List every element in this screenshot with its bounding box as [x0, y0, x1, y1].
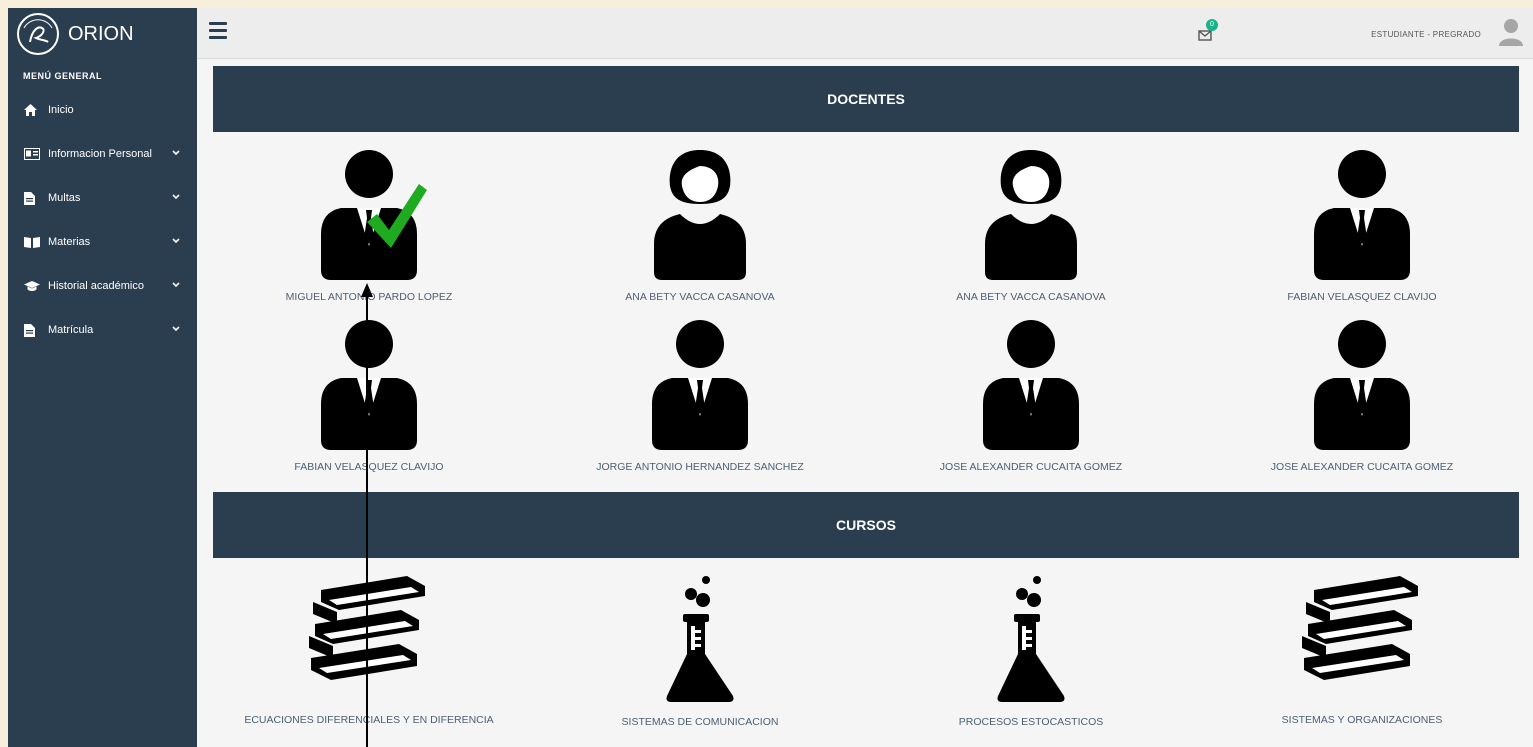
app-frame: ORION MENÚ GENERAL Inicio Informacion Pe… [8, 8, 1533, 747]
books-icon [1302, 576, 1418, 680]
course-name: SISTEMAS Y ORGANIZACIONES [1281, 714, 1443, 726]
sidebar-item-label: Informacion Personal [48, 148, 152, 160]
chevron-down-icon [172, 282, 180, 288]
sidebar-item-label: Materias [48, 236, 91, 248]
course-card[interactable]: SISTEMAS DE COMUNICACION [540, 574, 860, 728]
chevron-down-icon [172, 194, 180, 200]
menu-title: MENÚ GENERAL [23, 71, 103, 81]
teacher-name: ANA BETY VACCA CASANOVA [625, 291, 775, 303]
sidebar-item-multas[interactable]: Multas [8, 176, 197, 220]
notification-badge: 0 [1206, 19, 1218, 31]
teacher-name: JOSE ALEXANDER CUCAITA GOMEZ [939, 461, 1123, 473]
sidebar-item-historial-academico[interactable]: Historial académico [8, 264, 197, 308]
teacher-name: FABIAN VELASQUEZ CLAVIJO [1287, 291, 1437, 303]
course-name: SISTEMAS DE COMUNICACION [621, 716, 779, 728]
app-name: ORION [68, 22, 134, 45]
checkmark-icon [367, 184, 427, 248]
sidebar-item-inicio[interactable]: Inicio [8, 88, 197, 132]
woman-icon [985, 150, 1077, 280]
teacher-name: ANA BETY VACCA CASANOVA [956, 291, 1106, 303]
flask-icon [666, 576, 734, 702]
teacher-card[interactable]: ANA BETY VACCA CASANOVA [871, 148, 1191, 303]
man-icon [652, 320, 748, 450]
sidebar-menu: Inicio Informacion Personal Multas Mater… [8, 88, 197, 352]
open-book-icon [24, 235, 40, 249]
sidebar-item-label: Historial académico [48, 280, 144, 292]
teacher-name: JORGE ANTONIO HERNANDEZ SANCHEZ [596, 461, 804, 473]
brand[interactable]: ORION [16, 12, 134, 56]
teacher-card[interactable]: JORGE ANTONIO HERNANDEZ SANCHEZ [540, 318, 860, 473]
teacher-card[interactable]: FABIAN VELASQUEZ CLAVIJO [1202, 148, 1522, 303]
sidebar: ORION MENÚ GENERAL Inicio Informacion Pe… [8, 8, 197, 747]
docentes-header: DOCENTES [213, 66, 1519, 132]
cursos-header: CURSOS [213, 492, 1519, 558]
chevron-down-icon [172, 150, 180, 156]
document-icon [24, 323, 40, 337]
university-logo-icon [17, 13, 59, 55]
sidebar-item-label: Matrícula [48, 324, 94, 336]
man-icon [1314, 320, 1410, 450]
sidebar-item-materias[interactable]: Materias [8, 220, 197, 264]
woman-icon [654, 150, 746, 280]
top-bar: 0 ESTUDIANTE - PREGRADO [197, 8, 1533, 59]
graduation-cap-icon [24, 279, 40, 293]
menu-toggle-icon[interactable] [209, 22, 227, 40]
sidebar-item-matricula[interactable]: Matrícula [8, 308, 197, 352]
teacher-card[interactable]: JOSE ALEXANDER CUCAITA GOMEZ [871, 318, 1191, 473]
man-icon [983, 320, 1079, 450]
id-card-icon [24, 147, 40, 161]
chevron-down-icon [172, 238, 180, 244]
user-role: ESTUDIANTE - PREGRADO [1371, 30, 1481, 39]
chevron-down-icon [172, 326, 180, 332]
flask-icon [997, 576, 1065, 702]
document-icon [24, 191, 40, 205]
sidebar-item-label: Inicio [48, 104, 74, 116]
teacher-card[interactable]: MIGUEL ANTONIO PARDO LOPEZ [209, 148, 529, 303]
home-icon [24, 103, 40, 117]
user-avatar-icon[interactable] [1499, 18, 1523, 46]
course-card[interactable]: SISTEMAS Y ORGANIZACIONES [1202, 574, 1522, 726]
sidebar-item-label: Multas [48, 192, 81, 204]
teacher-name: JOSE ALEXANDER CUCAITA GOMEZ [1270, 461, 1454, 473]
teacher-card[interactable]: JOSE ALEXANDER CUCAITA GOMEZ [1202, 318, 1522, 473]
course-name: PROCESOS ESTOCASTICOS [958, 716, 1104, 728]
man-icon [1314, 150, 1410, 280]
annotation-arrow-icon [361, 283, 373, 747]
teacher-card[interactable]: ANA BETY VACCA CASANOVA [540, 148, 860, 303]
sidebar-item-informacion-personal[interactable]: Informacion Personal [8, 132, 197, 176]
course-card[interactable]: PROCESOS ESTOCASTICOS [871, 574, 1191, 728]
